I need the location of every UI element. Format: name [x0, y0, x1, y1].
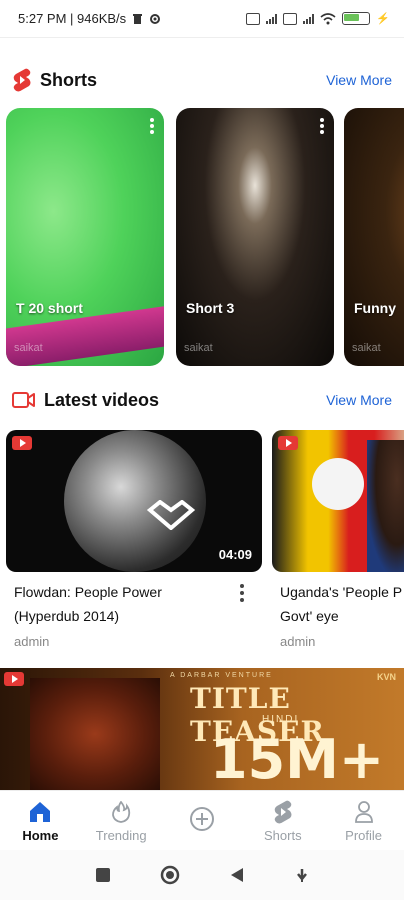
video-title: Flowdan: People Power (Hyperdub 2014) [14, 584, 162, 624]
thumbnail-emblem [312, 458, 364, 510]
short-more-button[interactable] [150, 118, 154, 136]
video-author: admin [14, 634, 50, 649]
latest-view-more-link[interactable]: View More [326, 392, 392, 408]
back-icon[interactable] [229, 867, 245, 883]
latest-videos-title: Latest videos [12, 390, 159, 411]
system-navigation-bar [0, 850, 404, 900]
bottom-navigation: Home Trending Shorts Profile [0, 790, 404, 851]
battery-icon [342, 12, 371, 25]
video-author: admin [280, 634, 316, 649]
settings-notification-icon [150, 13, 161, 24]
banner-figure [30, 678, 160, 790]
status-bar: 5:27 PM | 946KB/s ⚡ [0, 0, 404, 38]
charging-icon: ⚡ [376, 13, 390, 25]
short-card[interactable]: Short 3 saikat [176, 108, 334, 366]
flame-icon [111, 800, 131, 824]
banner-subtitle: HINDI [262, 714, 300, 725]
shorts-view-more-link[interactable]: View More [326, 72, 392, 88]
nav-profile-label: Profile [345, 827, 383, 843]
short-title: T 20 short [16, 300, 83, 316]
nav-trending-label: Trending [95, 827, 147, 843]
video-title: Uganda's 'People P 'People's Govt' eye [280, 584, 404, 624]
shorts-header: Shorts View More [0, 62, 404, 98]
delete-notification-icon [133, 13, 143, 24]
add-circle-icon [189, 807, 215, 831]
shorts-title: Shorts [12, 68, 97, 92]
recents-icon[interactable] [95, 867, 111, 883]
shorts-carousel[interactable]: T 20 short saikat Short 3 saikat Funny s… [0, 108, 404, 368]
nav-down-icon[interactable] [294, 867, 310, 883]
short-author: saikat [14, 342, 43, 354]
short-more-button[interactable] [320, 118, 324, 136]
home-icon [28, 800, 52, 824]
video-card[interactable]: Uganda's 'People P 'People's Govt' eye a… [272, 430, 404, 649]
shorts-title-text: Shorts [40, 69, 98, 90]
banner-logo: KVN [376, 672, 396, 682]
short-title: Short 3 [186, 300, 235, 316]
signal-icon [266, 13, 278, 24]
sim2-icon [283, 12, 298, 25]
short-author: saikat [184, 342, 213, 354]
nav-profile[interactable]: Profile [323, 791, 404, 851]
promo-banner[interactable]: A DARBAR VENTURE KVN TITLE TEASER HINDI … [0, 668, 404, 790]
latest-videos-carousel[interactable]: 04:09 Flowdan: People Power (Hyperdub 20… [0, 430, 404, 660]
video-card[interactable]: 04:09 Flowdan: People Power (Hyperdub 20… [6, 430, 262, 649]
status-left: 5:27 PM | 946KB/s [18, 11, 161, 26]
short-card[interactable]: Funny saikat [344, 108, 404, 366]
short-title: Funny [354, 300, 396, 316]
youtube-badge-icon [278, 436, 298, 450]
nav-home-label: Home [22, 827, 59, 843]
video-duration: 04:09 [218, 547, 252, 562]
status-time: 5:27 PM | 946KB/s [18, 11, 127, 26]
nav-shorts[interactable]: Shorts [242, 791, 323, 851]
video-thumbnail[interactable]: 04:09 [6, 430, 262, 572]
signal2-icon [303, 13, 315, 24]
nav-add[interactable] [162, 791, 243, 851]
video-thumbnail[interactable] [272, 430, 404, 572]
nav-trending[interactable]: Trending [81, 791, 162, 851]
sim-icon [246, 12, 261, 25]
banner-big-text: 15M+ [210, 728, 385, 790]
latest-videos-header: Latest videos View More [0, 382, 404, 418]
video-camera-icon [12, 392, 35, 408]
latest-videos-title-text: Latest videos [44, 389, 160, 410]
shorts-logo-icon [13, 68, 31, 92]
youtube-badge-icon [12, 436, 32, 450]
person-icon [354, 800, 374, 824]
nav-home[interactable]: Home [0, 791, 81, 851]
channel-logo-icon [146, 500, 196, 530]
thumbnail-person [367, 440, 404, 572]
short-author: saikat [352, 342, 381, 354]
home-circle-icon[interactable] [160, 865, 180, 885]
youtube-badge-icon [4, 672, 24, 686]
video-more-button[interactable] [240, 584, 244, 605]
short-card[interactable]: T 20 short saikat [6, 108, 164, 366]
wifi-icon [320, 12, 336, 24]
nav-shorts-label: Shorts [264, 827, 302, 843]
banner-top-text: A DARBAR VENTURE [170, 672, 273, 679]
status-right: ⚡ [246, 12, 390, 25]
shorts-icon [273, 800, 293, 824]
